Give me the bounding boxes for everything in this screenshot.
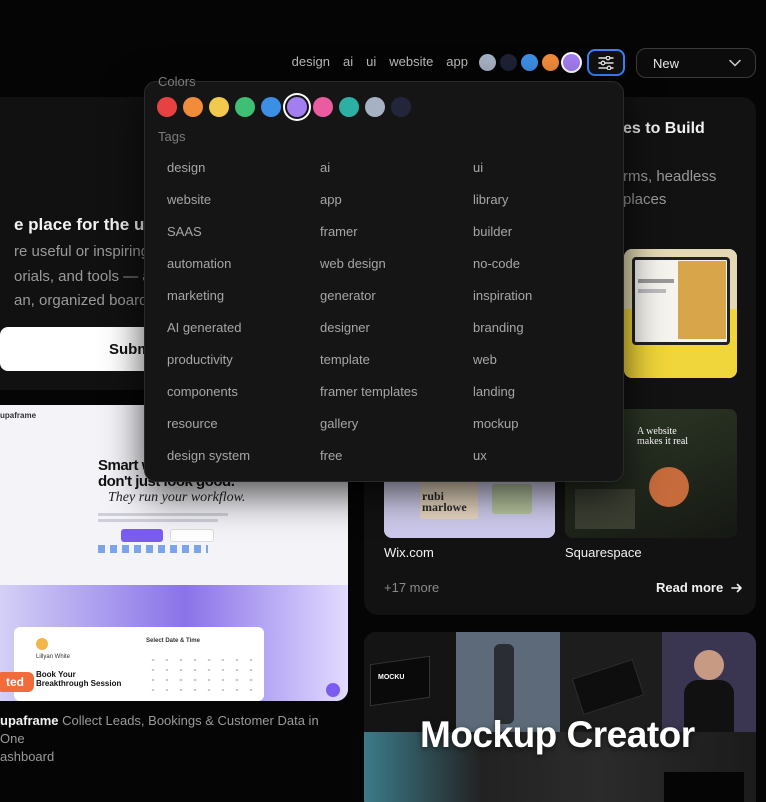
sliders-icon (598, 55, 614, 70)
quick-color-list (479, 54, 580, 71)
sort-select-value: New (653, 55, 680, 71)
more-count[interactable]: +17 more (384, 580, 439, 595)
preview-brand: upaframe (0, 411, 37, 420)
color-swatch[interactable] (235, 97, 255, 117)
quick-tag-ui[interactable]: ui (366, 54, 376, 69)
tag-option[interactable]: branding (473, 318, 593, 337)
preview-person: Lillyan White (36, 654, 71, 660)
color-swatch[interactable] (261, 97, 281, 117)
status-badge: ted (0, 672, 34, 692)
tag-option[interactable]: design (167, 158, 320, 177)
tag-option[interactable]: free (320, 446, 473, 465)
tag-option[interactable]: library (473, 190, 593, 209)
color-swatch[interactable] (313, 97, 333, 117)
mockup-brand: MOCKU (378, 674, 405, 681)
sort-select[interactable]: New (636, 48, 756, 78)
quick-color-swatch[interactable] (563, 54, 580, 71)
quick-tag-ai[interactable]: ai (343, 54, 353, 69)
tag-list: design ai ui website app library SAAS framer bui… (167, 158, 593, 465)
tag-option[interactable]: generator (320, 286, 473, 305)
tupaframe-caption[interactable]: upaframe Collect Leads, Bookings & Custo… (0, 712, 340, 766)
read-more-link[interactable]: Read more (656, 580, 743, 595)
hero-desc-line: re useful or inspiring s (14, 243, 161, 260)
arrow-right-icon (731, 583, 742, 593)
tag-option[interactable]: ui (473, 158, 593, 177)
builders-card-desc-line: rms, headless (623, 168, 717, 185)
preview-select: Select Date & Time (146, 638, 200, 644)
tags-heading: Tags (158, 129, 186, 144)
color-swatch[interactable] (339, 97, 359, 117)
filter-toggle-button[interactable] (587, 49, 625, 76)
color-swatch[interactable] (209, 97, 229, 117)
tag-option[interactable]: SAAS (167, 222, 320, 241)
hero-desc-line: an, organized boards. (14, 292, 160, 309)
tag-option[interactable]: designer (320, 318, 473, 337)
tag-option[interactable]: builder (473, 222, 593, 241)
color-swatch[interactable] (157, 97, 177, 117)
quick-color-swatch[interactable] (500, 54, 517, 71)
top-filter-bar: design ai ui website app New (0, 48, 766, 78)
tag-option[interactable]: landing (473, 382, 593, 401)
quick-tag-design[interactable]: design (292, 54, 330, 69)
colors-heading: Colors (158, 74, 196, 89)
color-swatch[interactable] (391, 97, 411, 117)
squarespace-label[interactable]: Squarespace (565, 545, 642, 560)
tag-option[interactable]: mockup (473, 414, 593, 433)
tupaframe-description-line: ashboard (0, 749, 55, 764)
quick-tag-app[interactable]: app (446, 54, 468, 69)
tag-option[interactable]: no-code (473, 254, 593, 273)
tag-option[interactable]: components (167, 382, 320, 401)
chevron-down-icon (729, 59, 741, 67)
tag-option[interactable]: ux (473, 446, 593, 465)
preview-headline: They run your workflow. (108, 490, 246, 505)
tag-option[interactable]: AI generated (167, 318, 320, 337)
color-swatch-list (157, 97, 411, 117)
tag-option[interactable]: design system (167, 446, 320, 465)
chat-icon[interactable] (326, 683, 340, 697)
tag-option[interactable]: gallery (320, 414, 473, 433)
tupaframe-name: upaframe (0, 713, 59, 728)
filter-dropdown: Colors Tags design ai ui website app library S… (144, 74, 624, 482)
tag-option[interactable]: web (473, 350, 593, 369)
quick-color-swatch[interactable] (542, 54, 559, 71)
builders-card-desc-line: places (623, 191, 667, 208)
color-swatch[interactable] (183, 97, 203, 117)
tag-option[interactable]: ai (320, 158, 473, 177)
tag-option[interactable]: automation (167, 254, 320, 273)
preview-book: Book Your (36, 670, 76, 679)
tag-option[interactable]: inspiration (473, 286, 593, 305)
builder-preview-image[interactable] (624, 249, 737, 378)
mockup-creator-title: Mockup Creator (420, 714, 695, 755)
tag-option[interactable]: web design (320, 254, 473, 273)
tag-option[interactable]: framer (320, 222, 473, 241)
tag-option[interactable]: app (320, 190, 473, 209)
tag-option[interactable]: website (167, 190, 320, 209)
tag-option[interactable]: framer templates (320, 382, 473, 401)
color-swatch[interactable] (365, 97, 385, 117)
builders-card-title: es to Build (623, 120, 705, 137)
preview-book: Breakthrough Session (36, 679, 122, 688)
read-more-label: Read more (656, 580, 724, 595)
quick-color-swatch[interactable] (521, 54, 538, 71)
wix-label[interactable]: Wix.com (384, 545, 434, 560)
tag-option[interactable]: productivity (167, 350, 320, 369)
tag-option[interactable]: resource (167, 414, 320, 433)
quick-tag-list: design ai ui website app (292, 54, 468, 69)
tag-option[interactable]: marketing (167, 286, 320, 305)
tag-option[interactable]: template (320, 350, 473, 369)
color-swatch[interactable] (287, 97, 307, 117)
quick-color-swatch[interactable] (479, 54, 496, 71)
quick-tag-website[interactable]: website (389, 54, 433, 69)
avatar (36, 638, 48, 650)
